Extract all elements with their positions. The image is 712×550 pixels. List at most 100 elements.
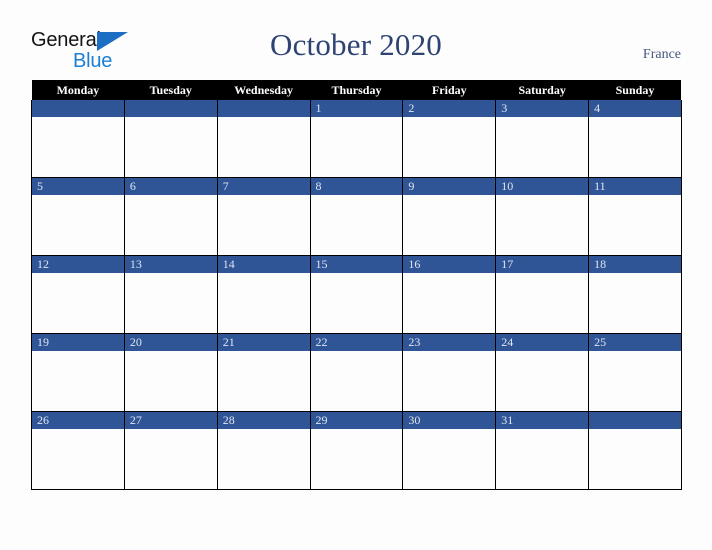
page-header: General Blue October 2020 France (0, 0, 712, 80)
day-cell[interactable]: 28 (216, 411, 311, 490)
day-cell[interactable]: 26 (31, 411, 125, 490)
day-number: 1 (310, 100, 403, 117)
day-note-area[interactable] (124, 117, 217, 176)
day-cell[interactable]: 6 (123, 177, 218, 256)
day-note-area[interactable] (589, 273, 681, 332)
day-note-area[interactable] (403, 273, 496, 332)
day-note-area[interactable] (310, 195, 403, 254)
day-cell[interactable]: 17 (495, 255, 590, 334)
day-note-area[interactable] (32, 351, 124, 410)
day-cell[interactable]: 24 (495, 333, 590, 412)
day-cell[interactable]: 2 (402, 100, 497, 178)
day-note-area[interactable] (496, 429, 589, 488)
day-number (217, 100, 310, 117)
day-note-area[interactable] (310, 273, 403, 332)
day-number: 30 (403, 412, 496, 429)
day-cell[interactable]: 29 (309, 411, 404, 490)
day-cell[interactable]: 18 (588, 255, 682, 334)
day-number: 11 (589, 178, 681, 195)
brand-logo[interactable]: General Blue (31, 29, 139, 75)
day-number: 31 (496, 412, 589, 429)
day-cell[interactable]: 9 (402, 177, 497, 256)
day-cell[interactable]: 22 (309, 333, 404, 412)
day-note-area[interactable] (124, 273, 217, 332)
day-cell[interactable]: 27 (123, 411, 218, 490)
day-cell[interactable]: 16 (402, 255, 497, 334)
day-number: 19 (32, 334, 124, 351)
day-note-area[interactable] (496, 351, 589, 410)
day-note-area[interactable] (496, 273, 589, 332)
day-cell[interactable]: 20 (123, 333, 218, 412)
day-number: 13 (124, 256, 217, 273)
day-note-area[interactable] (32, 429, 124, 488)
calendar-grid: Monday Tuesday Wednesday Thursday Friday… (31, 80, 682, 490)
day-note-area[interactable] (589, 195, 681, 254)
day-cell[interactable]: 8 (309, 177, 404, 256)
day-cell[interactable]: 1 (309, 100, 404, 178)
weekday-header-monday: Monday (31, 80, 125, 100)
day-cell[interactable]: 5 (31, 177, 125, 256)
day-note-area[interactable] (496, 195, 589, 254)
day-cell[interactable]: 13 (123, 255, 218, 334)
day-note-area[interactable] (310, 351, 403, 410)
day-cell[interactable]: 19 (31, 333, 125, 412)
day-number: 7 (217, 178, 310, 195)
day-note-area[interactable] (32, 195, 124, 254)
day-cell[interactable]: 14 (216, 255, 311, 334)
day-note-area[interactable] (403, 195, 496, 254)
logo-general-text: General (31, 29, 101, 51)
day-note-area[interactable] (589, 429, 681, 488)
day-note-area[interactable] (124, 429, 217, 488)
day-cell[interactable] (588, 411, 682, 490)
calendar-body: 1 2 3 4 5 6 7 8 9 10 11 12 13 14 15 16 1… (31, 100, 682, 490)
day-cell[interactable]: 4 (588, 100, 682, 178)
weekday-header-tuesday: Tuesday (124, 80, 218, 100)
day-cell[interactable]: 10 (495, 177, 590, 256)
day-cell[interactable]: 25 (588, 333, 682, 412)
day-number: 27 (124, 412, 217, 429)
day-number: 28 (217, 412, 310, 429)
day-note-area[interactable] (124, 351, 217, 410)
day-note-area[interactable] (589, 351, 681, 410)
day-cell[interactable] (216, 100, 311, 178)
day-number: 20 (124, 334, 217, 351)
weekday-header-sunday: Sunday (588, 80, 682, 100)
day-cell[interactable]: 30 (402, 411, 497, 490)
page-title: October 2020 (270, 27, 442, 62)
day-number: 26 (32, 412, 124, 429)
day-note-area[interactable] (32, 273, 124, 332)
day-note-area[interactable] (217, 273, 310, 332)
day-cell[interactable]: 11 (588, 177, 682, 256)
day-number (589, 412, 681, 429)
day-note-area[interactable] (310, 117, 403, 176)
day-note-area[interactable] (217, 429, 310, 488)
country-label: France (642, 47, 681, 62)
day-number: 22 (310, 334, 403, 351)
day-note-area[interactable] (124, 195, 217, 254)
day-cell[interactable]: 21 (216, 333, 311, 412)
day-cell[interactable]: 7 (216, 177, 311, 256)
day-note-area[interactable] (496, 117, 589, 176)
day-note-area[interactable] (403, 117, 496, 176)
day-note-area[interactable] (403, 429, 496, 488)
weekday-header-friday: Friday (402, 80, 496, 100)
day-cell[interactable]: 3 (495, 100, 590, 178)
day-number: 24 (496, 334, 589, 351)
day-number: 17 (496, 256, 589, 273)
day-cell[interactable] (31, 100, 125, 178)
day-cell[interactable]: 12 (31, 255, 125, 334)
day-note-area[interactable] (32, 117, 124, 176)
day-cell[interactable]: 23 (402, 333, 497, 412)
day-cell[interactable]: 15 (309, 255, 404, 334)
day-note-area[interactable] (217, 195, 310, 254)
day-note-area[interactable] (403, 351, 496, 410)
day-note-area[interactable] (310, 429, 403, 488)
day-note-area[interactable] (589, 117, 681, 176)
day-note-area[interactable] (217, 117, 310, 176)
day-cell[interactable] (123, 100, 218, 178)
day-cell[interactable]: 31 (495, 411, 590, 490)
day-number: 29 (310, 412, 403, 429)
day-note-area[interactable] (217, 351, 310, 410)
week-row: 5 6 7 8 9 10 11 (31, 177, 682, 256)
week-row: 12 13 14 15 16 17 18 (31, 255, 682, 334)
